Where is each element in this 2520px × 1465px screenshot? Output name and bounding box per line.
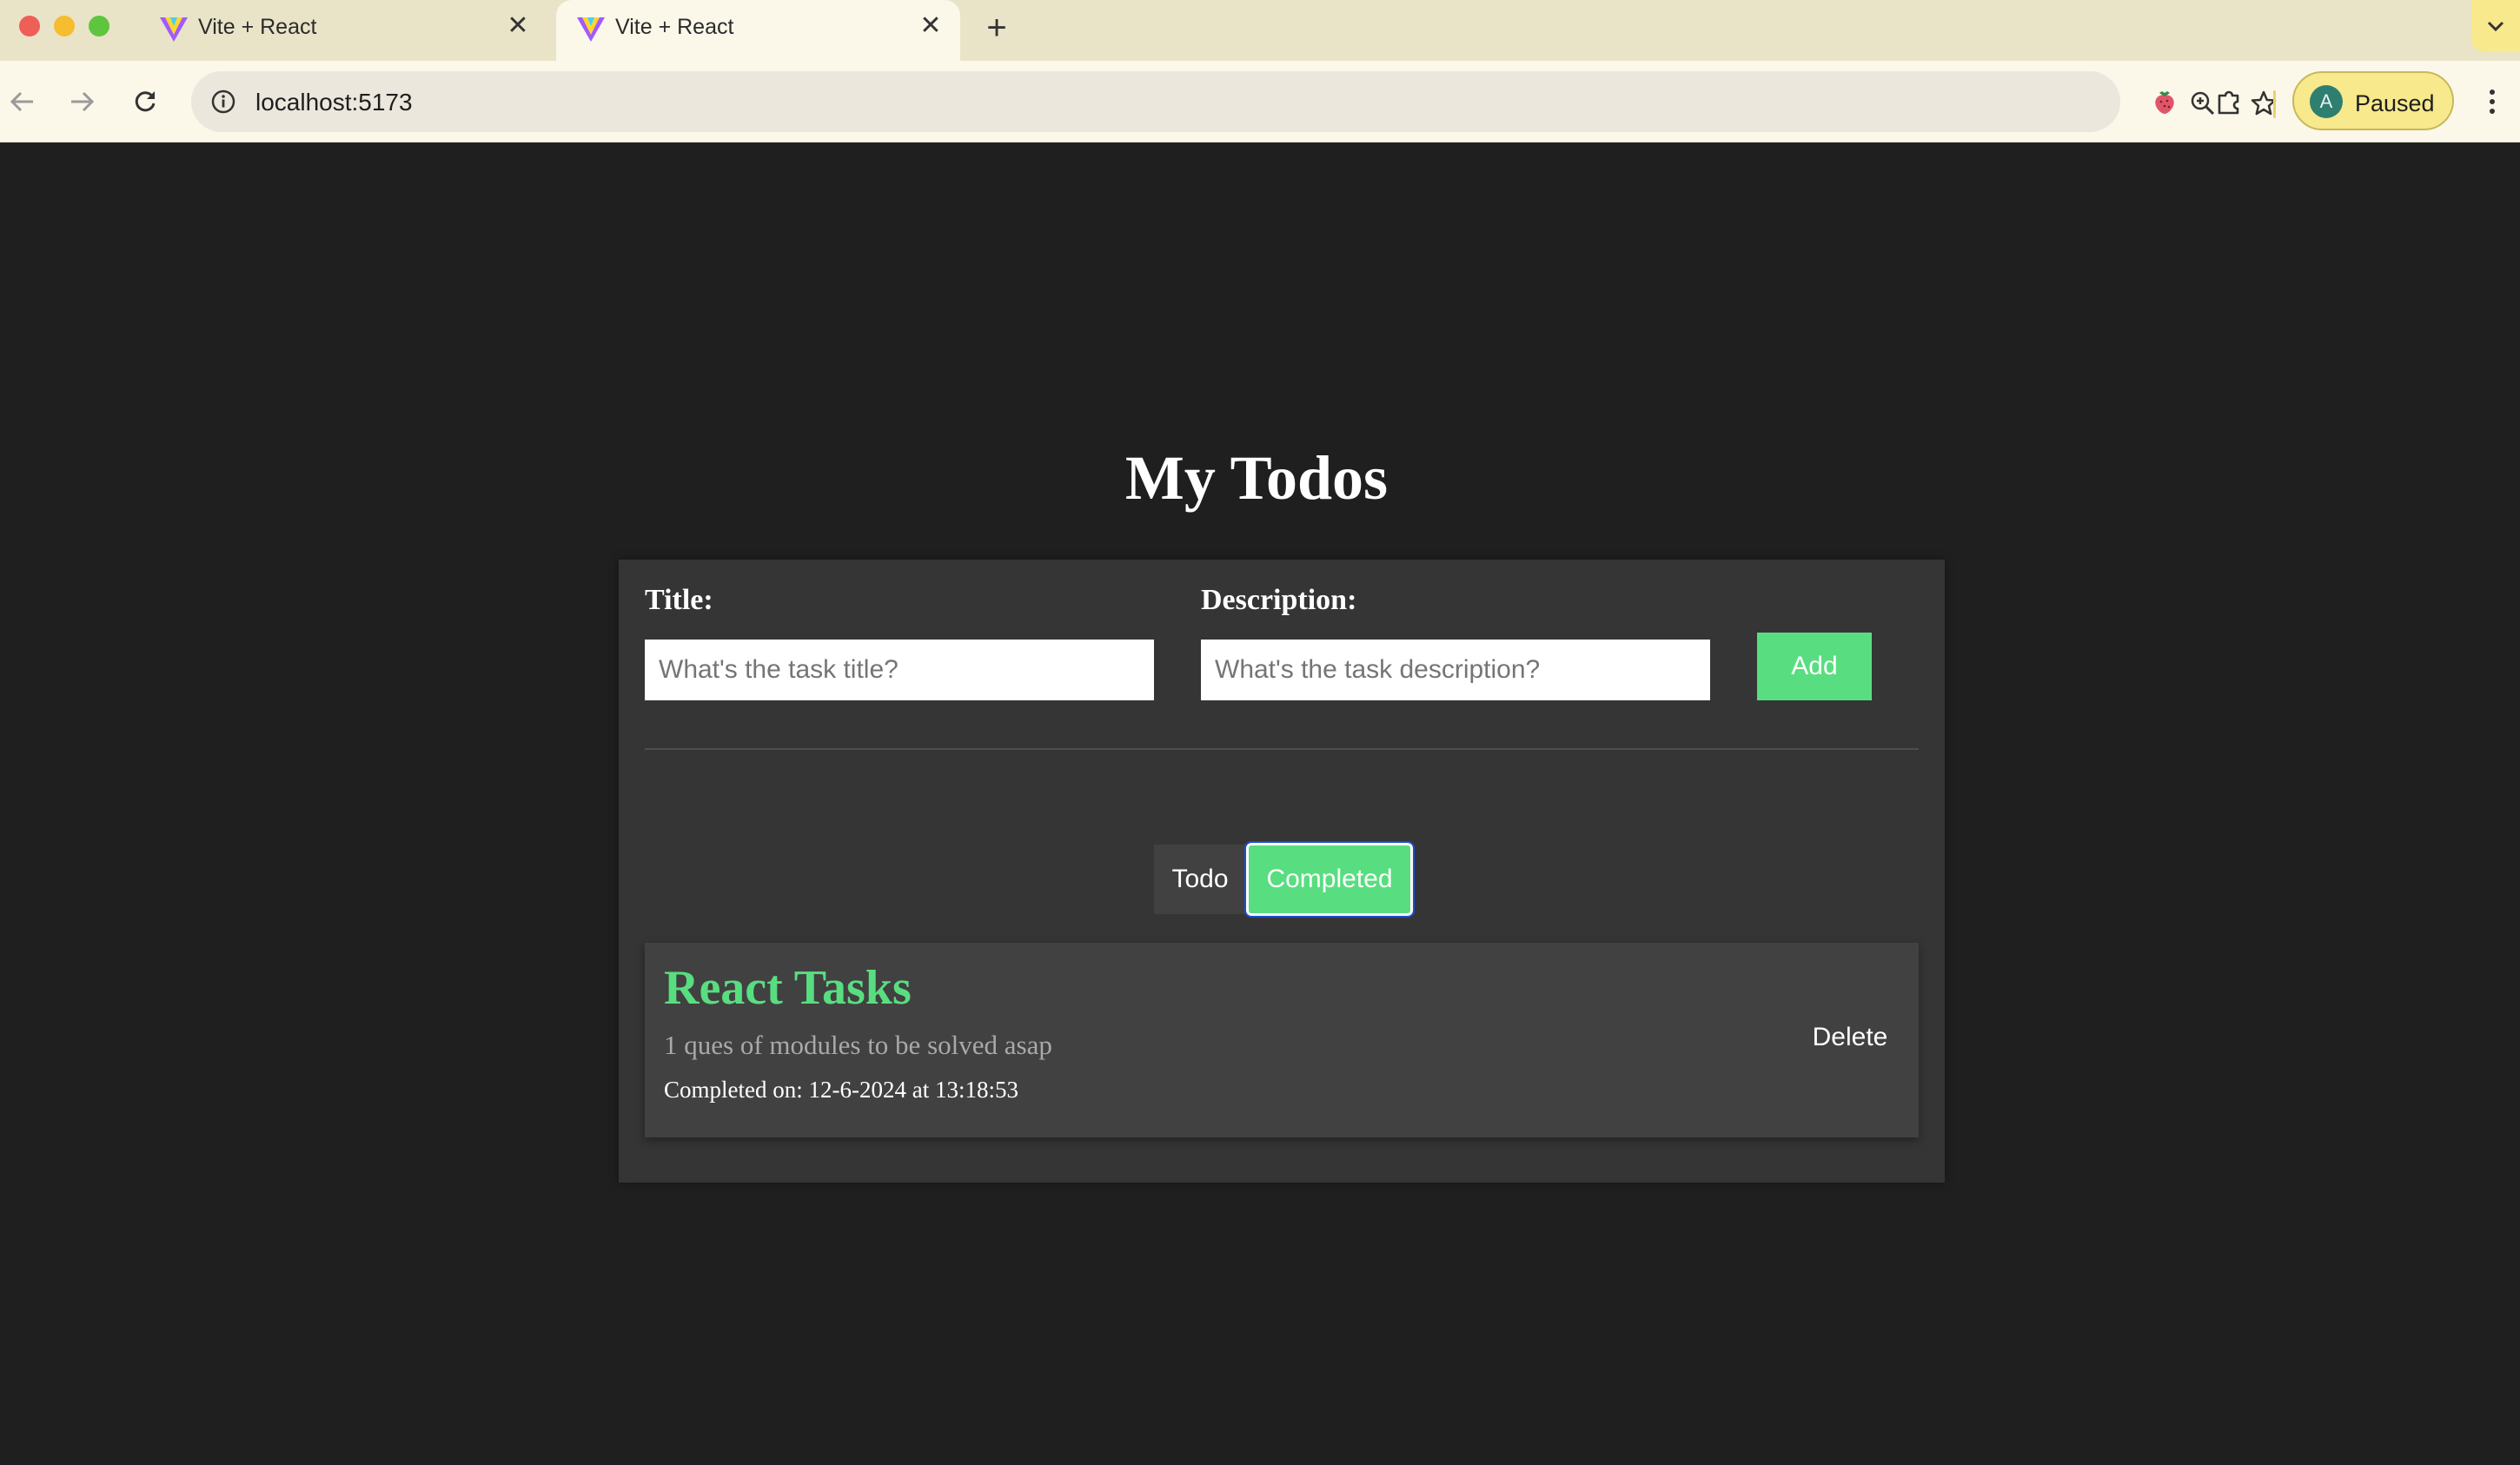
strawberry-extension-icon[interactable] bbox=[2143, 80, 2186, 123]
form-divider bbox=[645, 748, 1919, 750]
description-input[interactable] bbox=[1201, 640, 1710, 700]
tab-search-chevron-icon[interactable] bbox=[2471, 0, 2520, 52]
window-maximize-button[interactable] bbox=[89, 16, 109, 36]
vite-favicon-icon bbox=[577, 17, 605, 42]
extensions-puzzle-icon[interactable] bbox=[2207, 80, 2251, 123]
browser-tab-1[interactable]: Vite + React ✕ bbox=[139, 0, 547, 61]
site-info-icon[interactable] bbox=[203, 82, 243, 122]
todo-description: 1 ques of modules to be solved asap bbox=[664, 1030, 1052, 1060]
tab-title: Vite + React bbox=[198, 15, 317, 39]
tab-completed[interactable]: Completed bbox=[1244, 841, 1415, 918]
tab-close-icon[interactable]: ✕ bbox=[504, 12, 532, 40]
title-input[interactable] bbox=[645, 640, 1154, 700]
delete-button[interactable]: Delete bbox=[1802, 1016, 1898, 1059]
vite-favicon-icon bbox=[160, 17, 188, 42]
tab-title: Vite + React bbox=[615, 15, 734, 39]
completed-timestamp: 12-6-2024 at 13:18:53 bbox=[808, 1077, 1018, 1103]
browser-toolbar: localhost:5173 A Paused bbox=[0, 61, 2520, 143]
profile-status-label: Paused bbox=[2355, 90, 2435, 116]
avatar: A bbox=[2310, 85, 2343, 118]
add-button[interactable]: Add bbox=[1757, 633, 1872, 700]
todo-list-item: React Tasks 1 ques of modules to be solv… bbox=[645, 943, 1919, 1137]
page-title: My Todos bbox=[1124, 443, 1389, 513]
tab-close-icon[interactable]: ✕ bbox=[917, 12, 945, 40]
browser-tab-2[interactable]: Vite + React ✕ bbox=[556, 0, 960, 61]
new-tab-plus-icon[interactable]: + bbox=[979, 10, 1014, 45]
todo-title: React Tasks bbox=[664, 961, 912, 1015]
tab-todo[interactable]: Todo bbox=[1154, 845, 1246, 914]
browser-tab-strip: Vite + React ✕ Vite + React ✕ + bbox=[0, 0, 2520, 61]
kebab-menu-icon[interactable] bbox=[2473, 80, 2511, 123]
reload-icon[interactable] bbox=[123, 80, 167, 123]
todo-completed-date: Completed on: 12-6-2024 at 13:18:53 bbox=[664, 1077, 1018, 1104]
url-text[interactable]: localhost:5173 bbox=[255, 89, 413, 116]
toolbar-separator bbox=[2273, 90, 2276, 118]
completed-prefix: Completed on: bbox=[664, 1077, 803, 1103]
description-field-label: Description: bbox=[1201, 584, 1357, 616]
back-arrow-icon[interactable] bbox=[0, 80, 43, 123]
window-close-button[interactable] bbox=[19, 16, 40, 36]
forward-arrow-icon[interactable] bbox=[61, 80, 104, 123]
window-minimize-button[interactable] bbox=[54, 16, 75, 36]
title-field-label: Title: bbox=[645, 584, 713, 616]
profile-chip[interactable]: A Paused bbox=[2292, 71, 2454, 130]
address-bar[interactable]: localhost:5173 bbox=[191, 71, 2277, 132]
